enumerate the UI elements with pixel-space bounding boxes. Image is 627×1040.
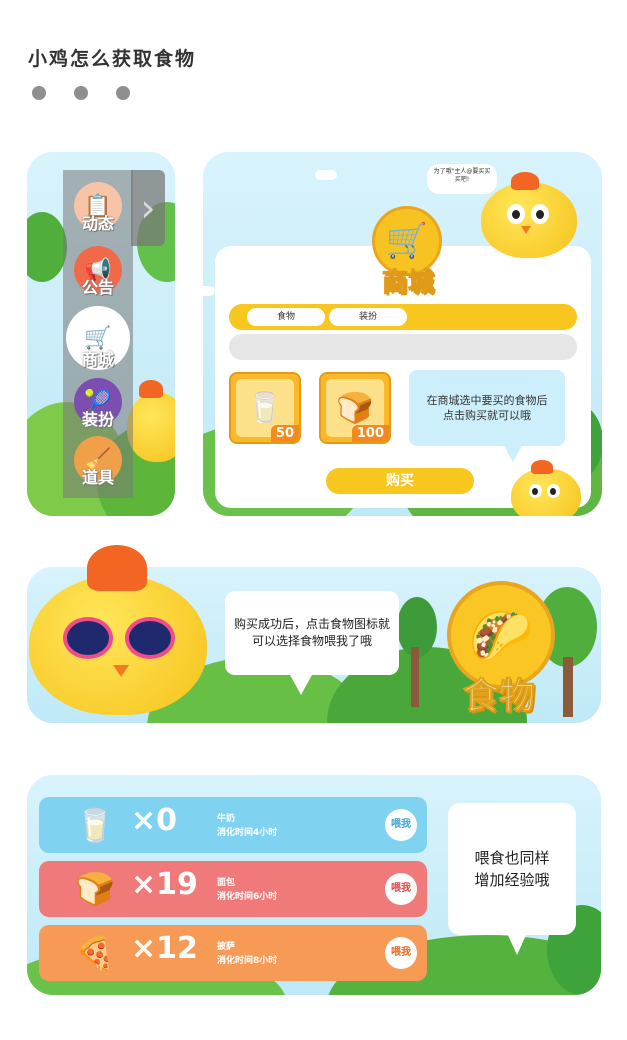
milk-icon: 🥛 [75,806,115,844]
tab-dressup[interactable]: 装扮 [329,308,407,326]
food-row-pizza: 🍕 ×12 披萨 消化时间8小时 喂我 [39,925,427,981]
feed-button[interactable]: 喂我 [385,809,417,841]
food-count: ×0 [131,803,178,838]
menu-label: 装扮 [81,410,114,429]
note-bubble: 喂食也同样 增加经验哦 [448,803,576,935]
menu-item-dressup[interactable]: 🎾 装扮 [68,378,128,438]
food-name: 披萨 [217,942,236,952]
menu-label: 道具 [81,468,114,487]
tip-bubble: 在商城选中要买的食物后 点击购买就可以哦 [409,370,565,446]
page-title: 小鸡怎么获取食物 [28,48,197,70]
food-row-bread: 🍞 ×19 面包 消化时间6小时 喂我 [39,861,427,917]
food-count: ×19 [131,867,198,902]
menu-item-notice[interactable]: 📢 公告 [68,246,128,306]
food-count: ×12 [131,931,198,966]
page: 小鸡怎么获取食物 › 📋 动态 📢 公告 🛒 商城 🎾 装扮 🧹 道具 为了哦"… [0,0,627,1040]
food-intro-card: 购买成功后，点击食物图标就 可以选择食物喂我了哦 🌮 食物 [27,545,601,723]
tab-food[interactable]: 食物 [247,308,325,326]
speech-bubble-small: 为了哦"主人@要买买买吧! [427,164,497,194]
bubble-tail [503,444,523,462]
shop-item-bread[interactable]: 🍞 100 [319,372,391,444]
item-price: 100 [351,425,389,442]
dot[interactable] [32,86,46,100]
food-title: 食物 [462,676,536,718]
menu-item-props[interactable]: 🧹 道具 [68,436,128,496]
tree-trunk [411,647,419,707]
cloud [203,286,215,296]
bubble-tail [507,933,527,955]
feed-button[interactable]: 喂我 [385,937,417,969]
menu-label: 动态 [81,214,114,233]
bubble-tail [289,673,313,695]
food-name: 牛奶 [217,814,236,824]
digest-time: 消化时间8小时 [217,956,278,966]
menu-item-news[interactable]: 📋 动态 [68,182,128,242]
menu-card: › 📋 动态 📢 公告 🛒 商城 🎾 装扮 🧹 道具 [27,152,175,516]
bread-icon: 🍞 [75,870,115,908]
menu-label: 公告 [81,278,114,297]
pizza-icon: 🍕 [75,934,115,972]
collapse-arrow-icon[interactable]: › [131,170,165,246]
pagination-dots [32,86,130,100]
digest-time: 消化时间6小时 [217,892,278,902]
tree-trunk [563,657,573,717]
feed-button[interactable]: 喂我 [385,873,417,905]
shop-card: 为了哦"主人@要买买买吧! 🛒 商城 食物 装扮 🥛 50 🍞 100 在商城选… [203,152,602,516]
search-bar[interactable] [229,334,577,360]
item-price: 50 [270,425,299,442]
digest-time: 消化时间4小时 [217,828,278,838]
dot[interactable] [116,86,130,100]
food-name: 面包 [217,878,236,888]
food-row-milk: 🥛 ×0 牛奶 消化时间4小时 喂我 [39,797,427,853]
buy-button[interactable]: 购买 [326,468,474,494]
shop-title: 商城 [381,268,434,299]
shop-item-milk[interactable]: 🥛 50 [229,372,301,444]
menu-item-shop[interactable]: 🛒 商城 [66,306,130,372]
success-bubble: 购买成功后，点击食物图标就 可以选择食物喂我了哦 [225,591,399,675]
tab-bar: 食物 装扮 [229,304,577,330]
menu-label: 商城 [81,350,114,369]
cloud [315,170,337,180]
food-inventory-card: 🥛 ×0 牛奶 消化时间4小时 喂我 🍞 ×19 面包 消化时间6小时 喂我 🍕… [27,775,601,995]
dot[interactable] [74,86,88,100]
